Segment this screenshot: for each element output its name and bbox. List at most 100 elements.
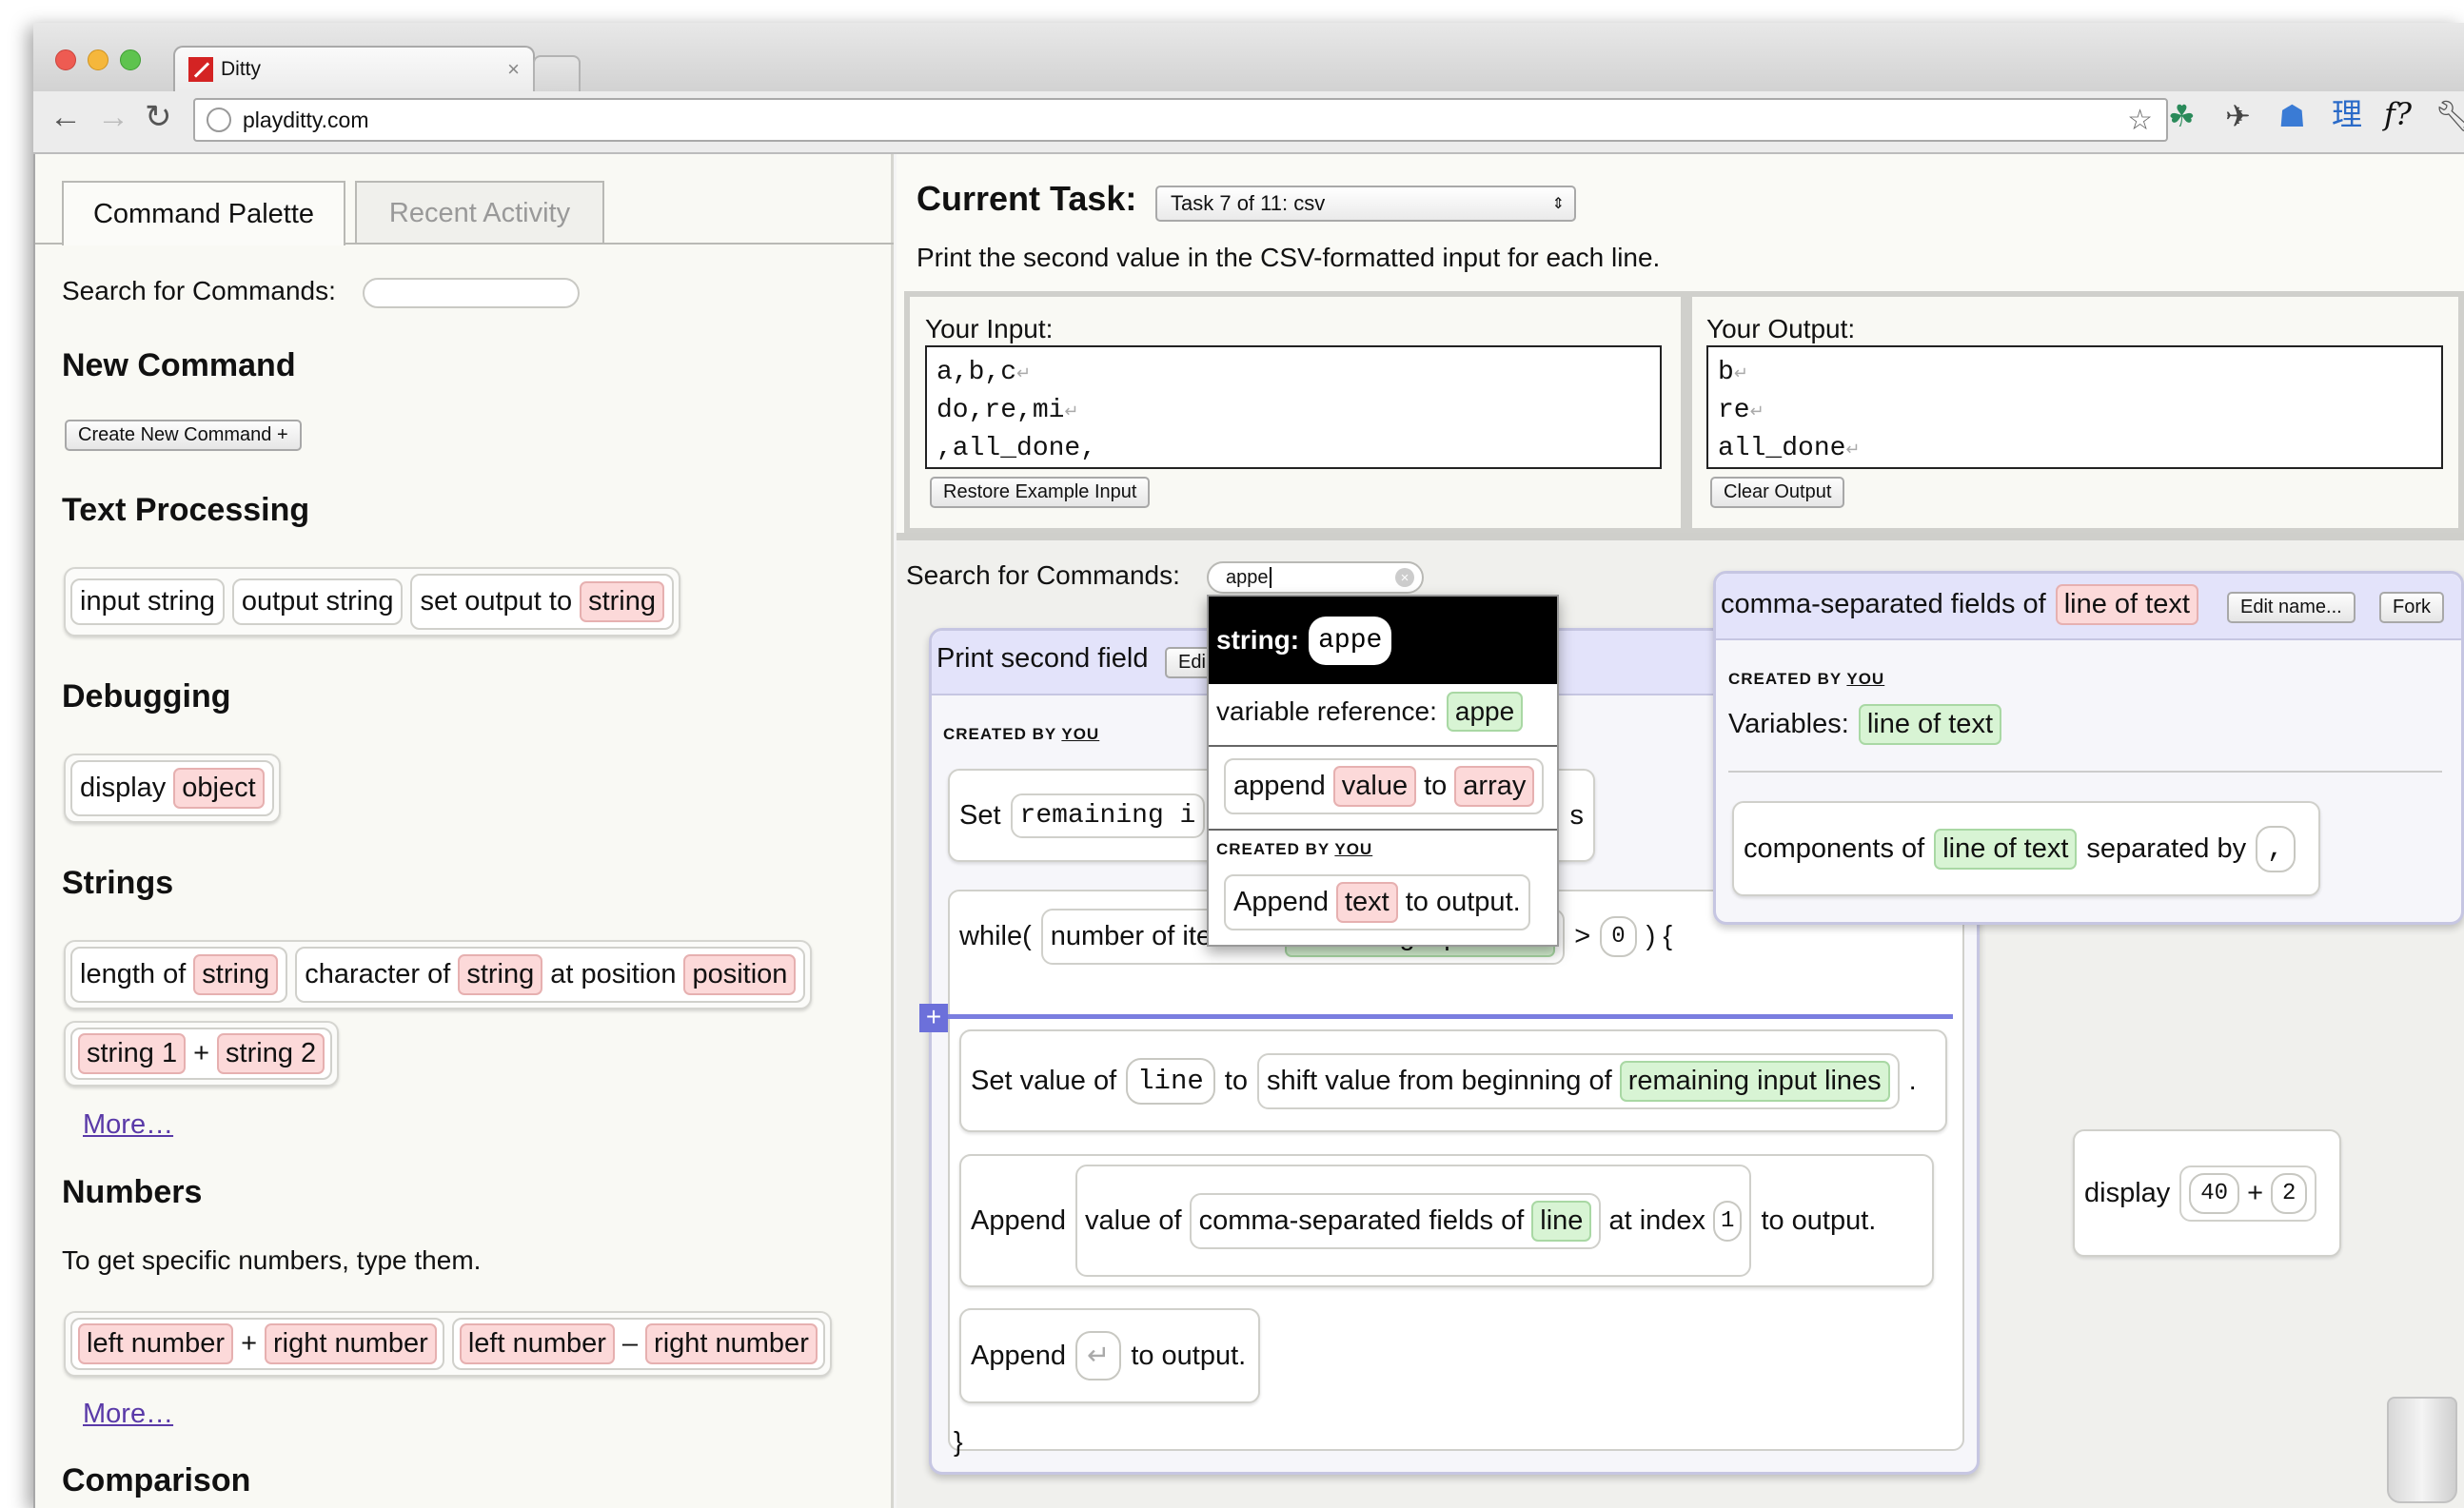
ditty-favicon-icon [188, 57, 213, 82]
input-line: do,re,mi↵ [936, 396, 1079, 425]
extension-user-icon[interactable]: ☗ [2278, 101, 2306, 131]
append-value-to-array-suggestion[interactable]: append value to array [1224, 758, 1545, 814]
while-keyword: while( [959, 920, 1032, 951]
task-select[interactable]: Task 7 of 11: csv ⇕ [1155, 186, 1576, 222]
variable-name[interactable]: remaining i [1010, 793, 1206, 838]
line-of-text-var[interactable]: line of text [1858, 704, 2001, 745]
browser-tab[interactable]: Ditty × [173, 46, 535, 91]
display-object-block[interactable]: display object [70, 760, 274, 816]
value-of-block[interactable]: value of comma-separated fields of line a… [1075, 1165, 1752, 1277]
tab-command-palette[interactable]: Command Palette [62, 181, 345, 245]
created-by-label: CREATED BY YOU [943, 725, 1100, 743]
fork-button[interactable]: Fork [2379, 592, 2444, 623]
restore-example-input-button[interactable]: Restore Example Input [930, 477, 1151, 508]
minimize-window-button[interactable] [88, 49, 108, 70]
function-title: comma-separated fields of [1721, 589, 2046, 619]
task-description: Print the second value in the CSV-format… [917, 243, 1661, 272]
block-label: to [1424, 771, 1448, 801]
create-new-command-button[interactable]: Create New Command + [65, 420, 302, 451]
newline-value[interactable]: ↵ [1075, 1331, 1122, 1381]
subtract-numbers-block[interactable]: left number – right number [451, 1318, 825, 1370]
strings-more-link[interactable]: More… [83, 1109, 173, 1141]
zoom-window-button[interactable] [120, 49, 141, 70]
line-of-text-param[interactable]: line of text [2055, 584, 2198, 625]
left-number-param[interactable]: left number [459, 1323, 615, 1364]
edit-name-button[interactable]: Edit name... [2227, 592, 2356, 623]
display-sum-block[interactable]: display 40 + 2 [2073, 1129, 2341, 1257]
string1-param[interactable]: string 1 [78, 1033, 187, 1074]
right-number-param[interactable]: right number [645, 1323, 818, 1364]
bookmark-star-icon[interactable]: ☆ [2127, 104, 2153, 137]
append-newline-statement[interactable]: Append ↵ to output. [959, 1308, 1260, 1403]
set-value-of-line-statement[interactable]: Set value of line to shift value from be… [959, 1029, 1947, 1132]
right-value[interactable]: 2 [2271, 1172, 2308, 1214]
input-line: ,all_done, [936, 434, 1097, 463]
line-var[interactable]: line [1531, 1200, 1592, 1242]
created-by-you-link[interactable]: YOU [1061, 725, 1099, 743]
plus-operator: + [2247, 1177, 2264, 1208]
right-number-param[interactable]: right number [265, 1323, 437, 1364]
new-command-heading: New Command [62, 347, 296, 383]
add-statement-icon[interactable]: + [919, 1004, 948, 1032]
string-param[interactable]: string [458, 954, 543, 995]
string-suggestion[interactable]: string: appe [1209, 597, 1557, 684]
string-param[interactable]: string [580, 581, 665, 622]
input-textarea[interactable]: a,b,c↵ do,re,mi↵ ,all_done, [925, 345, 1662, 469]
output-string-block[interactable]: output string [231, 578, 404, 625]
array-param: array [1454, 766, 1535, 807]
left-value[interactable]: 40 [2189, 1172, 2240, 1214]
sum-block[interactable]: 40 + 2 [2179, 1165, 2317, 1222]
line-variable[interactable]: line [1126, 1057, 1215, 1105]
input-label: Your Input: [925, 314, 1054, 343]
suggestion-label: string: [1216, 625, 1300, 655]
index-value[interactable]: 1 [1713, 1200, 1743, 1242]
object-param[interactable]: object [173, 768, 265, 809]
left-number-param[interactable]: left number [78, 1323, 234, 1364]
separator-value[interactable]: , [2256, 825, 2296, 872]
output-line: re↵ [1718, 396, 1764, 425]
input-string-block[interactable]: input string [70, 578, 225, 625]
string-concat-block[interactable]: string 1 + string 2 [70, 1028, 333, 1080]
wrench-icon[interactable]: 🔧︎ [2434, 101, 2464, 131]
zero-value[interactable]: 0 [1600, 915, 1637, 957]
brace-close: } [954, 1427, 963, 1458]
tab-recent-activity[interactable]: Recent Activity [355, 181, 604, 244]
add-numbers-block[interactable]: left number + right number [70, 1318, 444, 1370]
numbers-more-link[interactable]: More… [83, 1399, 173, 1430]
append-value-statement[interactable]: Append value of comma-separated fields o… [959, 1154, 1934, 1287]
back-arrow-icon[interactable]: ← [49, 101, 82, 133]
workspace-search-input[interactable]: appe × [1207, 561, 1424, 594]
extension-plane-icon[interactable]: ✈ [2225, 101, 2251, 131]
csf-call-block[interactable]: comma-separated fields of line [1189, 1192, 1602, 1249]
variable-reference-suggestion[interactable]: variable reference: appe [1216, 692, 1524, 732]
remaining-input-lines-var[interactable]: remaining input lines [1619, 1060, 1890, 1102]
address-bar[interactable]: playditty.com ☆ [193, 98, 2168, 142]
string-param[interactable]: string [193, 954, 279, 995]
extension-chinese-icon[interactable]: 理 [2332, 99, 2362, 129]
length-of-block[interactable]: length of string [70, 947, 288, 1003]
created-by-you-link[interactable]: YOU [1846, 670, 1884, 688]
set-output-to-block[interactable]: set output to string [410, 574, 675, 630]
extension-leaf-icon[interactable]: ☘ [2168, 101, 2196, 131]
append-text-to-output-suggestion[interactable]: Append text to output. [1224, 874, 1530, 930]
value-param: value [1332, 766, 1417, 807]
new-tab-button[interactable] [533, 55, 581, 91]
string2-param[interactable]: string 2 [217, 1033, 325, 1074]
clear-output-button[interactable]: Clear Output [1710, 477, 1845, 508]
character-of-block[interactable]: character of string at position position [295, 947, 806, 1003]
position-param[interactable]: position [683, 954, 797, 995]
close-window-button[interactable] [55, 49, 76, 70]
components-of-statement[interactable]: components of line of text separated by … [1732, 801, 2320, 896]
reload-icon[interactable]: ↻ [145, 101, 172, 133]
clear-search-icon[interactable]: × [1395, 568, 1414, 587]
numbers-hint: To get specific numbers, type them. [62, 1245, 482, 1275]
block-label: to [1224, 1065, 1248, 1096]
trash-icon[interactable] [2387, 1397, 2457, 1503]
close-tab-icon[interactable]: × [507, 57, 520, 82]
divider [1728, 771, 2442, 773]
extension-fq-icon[interactable]: f? [2384, 99, 2412, 129]
forward-arrow-icon[interactable]: → [97, 101, 129, 133]
shift-value-block[interactable]: shift value from beginning of remaining i… [1256, 1052, 1900, 1109]
palette-search-input[interactable] [363, 278, 580, 308]
line-of-text-var[interactable]: line of text [1934, 828, 2078, 870]
